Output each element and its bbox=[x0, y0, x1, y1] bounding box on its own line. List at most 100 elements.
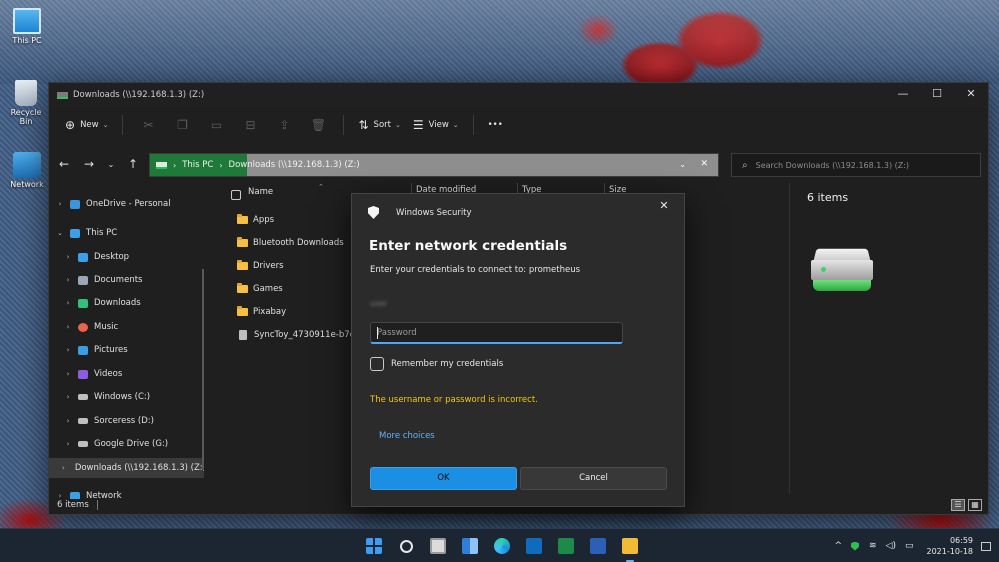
chevron-right-icon[interactable]: › bbox=[62, 417, 74, 425]
widgets-button[interactable] bbox=[454, 529, 486, 562]
details-view-icon[interactable]: ☰ bbox=[951, 499, 965, 511]
more-options-button[interactable]: ••• bbox=[482, 113, 509, 137]
sidebar-item-pictures[interactable]: › Pictures bbox=[49, 340, 204, 360]
file-row[interactable]: Pixabay bbox=[237, 302, 286, 322]
sidebar-item-downloads[interactable]: › Downloads bbox=[49, 293, 204, 313]
chevron-right-icon[interactable]: › bbox=[62, 276, 74, 284]
search-button[interactable] bbox=[390, 529, 422, 562]
search-box[interactable]: ⌕ Search Downloads (\\192.168.1.3) (Z:) bbox=[731, 153, 981, 177]
task-view-button[interactable] bbox=[422, 529, 454, 562]
excel-button[interactable] bbox=[550, 529, 582, 562]
chevron-right-icon[interactable]: › bbox=[54, 200, 66, 208]
sidebar-item-windows-c[interactable]: › Windows (C:) bbox=[49, 387, 204, 407]
chevron-right-icon[interactable]: › bbox=[62, 323, 74, 331]
back-arrow-icon[interactable]: ← bbox=[54, 157, 74, 171]
file-name: Games bbox=[253, 284, 283, 294]
file-row[interactable]: Drivers bbox=[237, 256, 284, 276]
ok-button[interactable]: OK bbox=[370, 467, 517, 490]
chevron-right-icon[interactable]: › bbox=[62, 393, 74, 401]
view-button[interactable]: ☰ View ⌄ bbox=[407, 113, 465, 137]
desktop-icon-this-pc[interactable]: This PC bbox=[5, 8, 49, 45]
chevron-right-icon[interactable]: › bbox=[62, 464, 65, 472]
sidebar-item-sorceress-d[interactable]: › Sorceress (D:) bbox=[49, 411, 204, 431]
cancel-button[interactable]: Cancel bbox=[520, 467, 667, 490]
chevron-right-icon[interactable]: › bbox=[62, 299, 74, 307]
file-row[interactable]: Games bbox=[237, 279, 283, 299]
start-button[interactable] bbox=[358, 529, 390, 562]
sort-button[interactable]: ⇅ Sort ⌄ bbox=[352, 113, 406, 137]
sidebar-item-documents[interactable]: › Documents bbox=[49, 270, 204, 290]
view-icon: ☰ bbox=[412, 118, 424, 132]
monitor-icon bbox=[70, 228, 80, 238]
chevron-right-icon[interactable]: › bbox=[62, 253, 74, 261]
rename-icon[interactable]: ⊟ bbox=[233, 118, 267, 132]
clear-address-icon[interactable]: ✕ bbox=[700, 159, 708, 169]
clock[interactable]: 06:59 2021-10-18 bbox=[927, 535, 974, 557]
window-title: Downloads (\\192.168.1.3) (Z:) bbox=[73, 90, 205, 100]
chevron-down-icon[interactable]: ⌄ bbox=[679, 160, 686, 169]
breadcrumb-downloads[interactable]: Downloads (\\192.168.1.3) (Z:) bbox=[229, 160, 360, 170]
checkbox-box[interactable] bbox=[370, 357, 384, 371]
close-button[interactable]: ✕ bbox=[954, 83, 988, 107]
address-bar[interactable]: › This PC › Downloads (\\192.168.1.3) (Z… bbox=[149, 153, 719, 177]
file-row[interactable]: Bluetooth Downloads bbox=[237, 233, 344, 253]
file-row[interactable]: Apps bbox=[237, 210, 274, 230]
copy-icon[interactable]: ❐ bbox=[165, 118, 199, 132]
show-hidden-icons-chevron-icon[interactable]: ^ bbox=[834, 541, 842, 551]
security-shield-icon[interactable] bbox=[851, 541, 859, 551]
outlook-button[interactable] bbox=[518, 529, 550, 562]
column-header-name[interactable]: Name bbox=[248, 187, 273, 203]
sidebar-item-downloads-z[interactable]: › Downloads (\\192.168.1.3) (Z:) bbox=[49, 458, 204, 478]
file-explorer-button[interactable] bbox=[614, 529, 646, 562]
file-name: Pixabay bbox=[253, 307, 287, 317]
title-bar[interactable]: Downloads (\\192.168.1.3) (Z:) — ☐ ✕ bbox=[49, 83, 988, 107]
sidebar-scrollbar[interactable] bbox=[202, 269, 204, 469]
notification-icon[interactable] bbox=[981, 541, 991, 551]
outlook-icon bbox=[526, 538, 542, 554]
wifi-icon[interactable]: ≋ bbox=[869, 541, 877, 551]
navigation-row: ← → ⌄ ↑ › This PC › Downloads (\\192.168… bbox=[49, 151, 988, 179]
desktop-icon-label: Recycle Bin bbox=[10, 108, 42, 126]
maximize-button[interactable]: ☐ bbox=[920, 83, 954, 107]
sidebar-item-label: Downloads (\\192.168.1.3) (Z:) bbox=[74, 463, 204, 473]
battery-icon[interactable]: ▭ bbox=[905, 541, 914, 551]
chevron-right-icon[interactable]: › bbox=[62, 440, 74, 448]
sidebar-item-label: Music bbox=[94, 322, 119, 332]
sidebar-item-this-pc[interactable]: ⌄ This PC bbox=[49, 223, 204, 243]
windows-logo-icon bbox=[366, 538, 382, 554]
desktop-icon-network[interactable]: Network bbox=[5, 152, 49, 189]
breadcrumb-this-pc[interactable]: This PC bbox=[182, 160, 213, 170]
password-field[interactable] bbox=[370, 322, 623, 344]
sidebar-item-music[interactable]: › Music bbox=[49, 317, 204, 337]
remember-credentials-checkbox[interactable]: Remember my credentials bbox=[370, 357, 503, 371]
view-label: View bbox=[428, 120, 449, 130]
dialog-close-button[interactable]: ✕ bbox=[654, 199, 674, 212]
chevron-right-icon[interactable]: › bbox=[62, 346, 74, 354]
tiles-view-icon[interactable]: ▦ bbox=[968, 499, 982, 511]
chevron-right-icon[interactable]: › bbox=[62, 370, 74, 378]
new-button[interactable]: ⊕ New ⌄ bbox=[59, 113, 114, 137]
recent-locations-chevron-icon[interactable]: ⌄ bbox=[101, 160, 121, 169]
chevron-down-icon: ⌄ bbox=[452, 121, 459, 129]
edge-button[interactable] bbox=[486, 529, 518, 562]
cloud-icon bbox=[70, 199, 80, 209]
paste-icon[interactable]: ▭ bbox=[199, 118, 233, 132]
chevron-down-icon[interactable]: ⌄ bbox=[54, 229, 66, 237]
sidebar-item-onedrive[interactable]: › OneDrive - Personal bbox=[49, 194, 204, 214]
select-all-checkbox[interactable] bbox=[231, 190, 241, 200]
more-choices-link[interactable]: More choices bbox=[379, 431, 435, 441]
share-icon[interactable]: ⇪ bbox=[267, 118, 301, 132]
sidebar-item-google-drive-g[interactable]: › Google Drive (G:) bbox=[49, 434, 204, 454]
excel-icon bbox=[558, 538, 574, 554]
minimize-button[interactable]: — bbox=[886, 83, 920, 107]
sidebar-item-videos[interactable]: › Videos bbox=[49, 364, 204, 384]
file-row[interactable]: SyncToy_4730911e-b7c7-4 bbox=[237, 325, 368, 345]
cut-icon[interactable]: ✂ bbox=[131, 118, 165, 132]
volume-icon[interactable]: ◁) bbox=[886, 541, 896, 551]
up-arrow-icon[interactable]: ↑ bbox=[123, 157, 143, 171]
sidebar-item-desktop[interactable]: › Desktop bbox=[49, 247, 204, 267]
delete-icon[interactable]: 🗑 bbox=[301, 118, 335, 132]
desktop-icon-recycle-bin[interactable]: Recycle Bin bbox=[4, 80, 48, 126]
forward-arrow-icon[interactable]: → bbox=[79, 157, 99, 171]
word-button[interactable] bbox=[582, 529, 614, 562]
